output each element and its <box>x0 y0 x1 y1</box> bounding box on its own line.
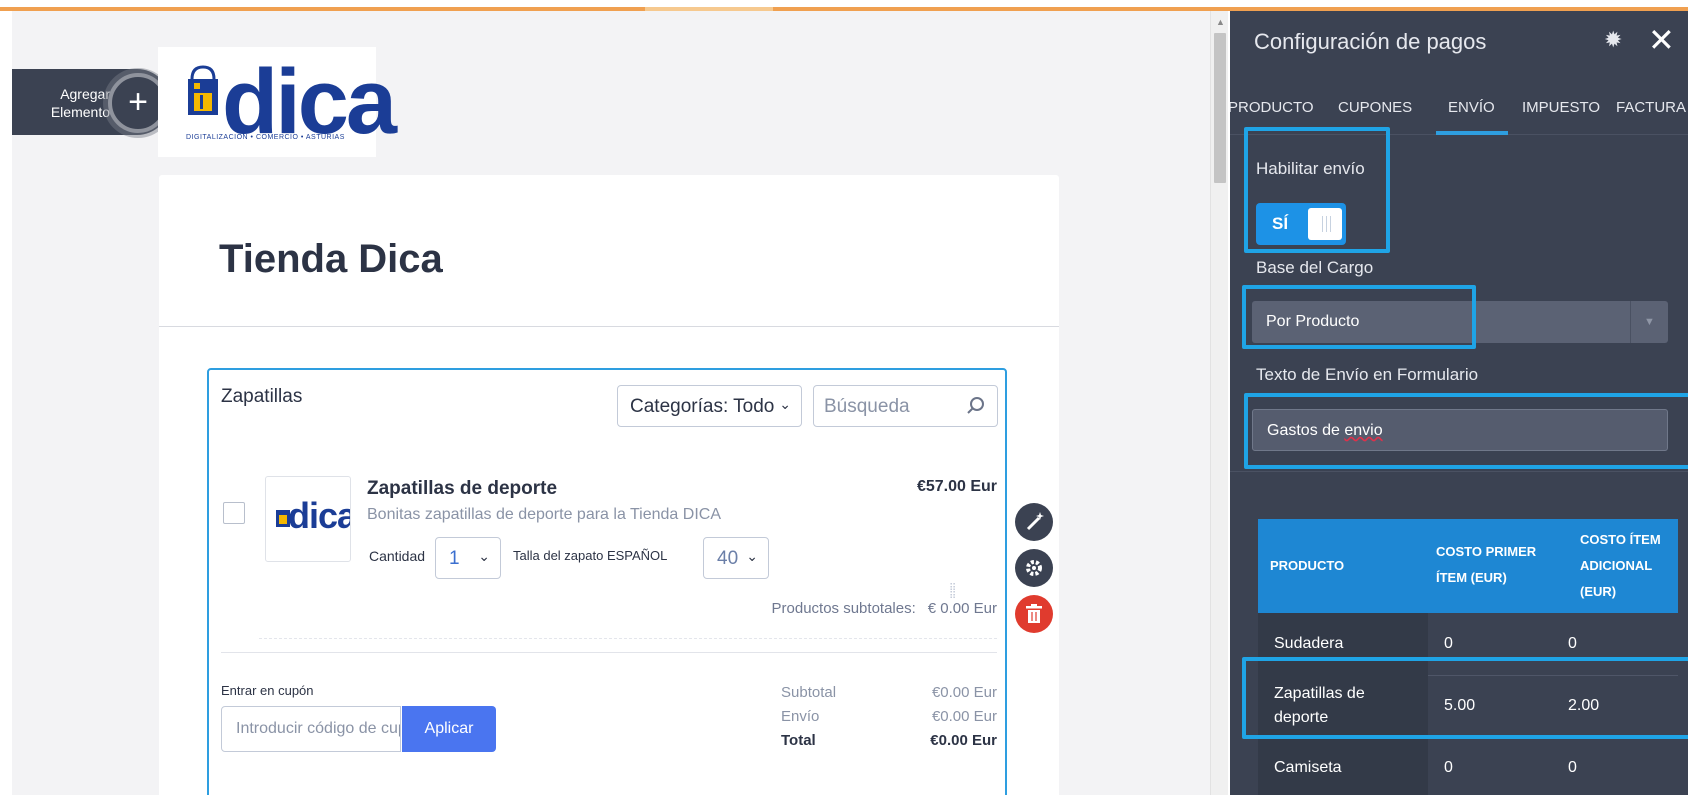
subtotal-value: €0.00 Eur <box>931 684 997 701</box>
product-list-field[interactable]: Zapatillas Categorías: Todo ⌄ Búsqueda d… <box>207 368 1007 795</box>
section-divider <box>221 652 997 653</box>
chevron-down-icon: ⌄ <box>478 548 490 564</box>
logo-tagline: DIGITALIZACIÓN • COMERCIO • ASTURIAS <box>186 134 345 141</box>
coupon-input[interactable]: Introducir código de cupón <box>221 706 401 752</box>
tab-impuesto[interactable]: IMPUESTO <box>1522 99 1600 116</box>
page-title[interactable]: Tienda Dica <box>219 237 443 282</box>
panel-title: Configuración de pagos <box>1254 29 1487 54</box>
subtotal-label: Subtotal <box>781 684 837 701</box>
apply-coupon-button[interactable]: Aplicar <box>402 706 496 752</box>
add-element-label-line2: Elemento <box>50 104 110 120</box>
form-logo: dica DIGITALIZACIÓN • COMERCIO • ASTURIA… <box>158 47 397 157</box>
products-subtotal: Productos subtotales: € 0.00 Eur <box>699 600 997 617</box>
payment-settings-panel: Configuración de pagos ✹ ✕ PRODUCTO CUPO… <box>1230 11 1688 795</box>
search-placeholder: Búsqueda <box>824 396 910 417</box>
active-tab-indicator <box>1436 131 1508 135</box>
scroll-up-icon[interactable]: ▲ <box>1216 17 1225 27</box>
product-price: €57.00 Eur <box>916 478 997 495</box>
row-first-cost[interactable]: 0 <box>1444 737 1453 795</box>
header-first-item-cost: COSTO PRIMER ÍTEM (EUR) <box>1436 544 1537 585</box>
total-value: €0.00 Eur <box>930 732 997 749</box>
quantity-label: Cantidad <box>369 548 426 564</box>
size-value: 40 <box>717 548 739 569</box>
product-image-text: dica <box>288 495 351 536</box>
add-element-button[interactable]: Agregar Elemento + <box>12 69 170 135</box>
shipping-text-label: Texto de Envío en Formulario <box>1256 365 1479 384</box>
shopping-bag-icon <box>188 65 218 115</box>
category-select[interactable]: Categorías: Todo ⌄ <box>617 385 802 427</box>
product-checkbox[interactable] <box>223 502 245 524</box>
chevron-down-icon: ⌄ <box>779 396 791 412</box>
size-label: Talla del zapato ESPAÑOL <box>513 548 668 563</box>
form-card: Tienda Dica Zapatillas Categorías: Todo … <box>159 175 1059 795</box>
canvas-scrollbar[interactable]: ▲ <box>1210 11 1228 795</box>
size-select[interactable]: 40 ⌄ <box>703 537 769 579</box>
add-element-label-line1: Agregar <box>60 86 110 102</box>
products-subtotal-value: € 0.00 Eur <box>927 600 997 617</box>
search-icon <box>967 397 984 414</box>
trash-icon[interactable] <box>1015 595 1053 633</box>
item-divider <box>259 638 997 639</box>
scroll-thumb[interactable] <box>1214 33 1226 183</box>
product-image: dica <box>265 476 351 562</box>
quantity-select[interactable]: 1 ⌄ <box>435 537 501 579</box>
coupon-label: Entrar en cupón <box>221 683 314 698</box>
product-description: Bonitas zapatillas de deporte para la Ti… <box>367 506 721 523</box>
form-canvas: Agregar Elemento + dica DIGITALIZACIÓN •… <box>12 11 1210 795</box>
products-subtotal-label: Productos subtotales: <box>771 600 916 617</box>
tab-factura[interactable]: FACTURA <box>1616 99 1686 116</box>
chevron-down-icon: ⌄ <box>746 548 758 564</box>
table-row: Camiseta 0 0 <box>1258 737 1678 795</box>
tab-producto[interactable]: PRODUCTO <box>1230 99 1314 116</box>
total-label: Total <box>781 732 816 749</box>
header-additional-item-cost: COSTO ÍTEM ADICIONAL (EUR) <box>1580 532 1661 599</box>
row-product: Camiseta <box>1258 737 1428 795</box>
header-product: PRODUCTO <box>1270 558 1345 573</box>
tab-envio[interactable]: ENVÍO <box>1448 99 1495 116</box>
table-header: PRODUCTO COSTO PRIMER ÍTEM (EUR) COSTO Í… <box>1258 519 1678 613</box>
shipping-label: Envío <box>781 708 820 725</box>
add-element-label: Agregar Elemento <box>22 85 110 121</box>
highlight-charge-base <box>1242 285 1476 349</box>
product-name: Zapatillas de deporte <box>367 478 558 499</box>
category-select-value: Categorías: Todo <box>630 396 775 417</box>
tab-cupones[interactable]: CUPONES <box>1338 99 1412 116</box>
product-list-heading: Zapatillas <box>221 386 303 407</box>
gear-icon[interactable]: ✹ <box>1604 27 1622 53</box>
highlight-shipping-text <box>1244 393 1688 469</box>
search-input[interactable]: Búsqueda <box>813 385 998 427</box>
magic-wand-icon[interactable] <box>1015 503 1053 541</box>
highlight-enable-shipping <box>1244 127 1390 253</box>
shipping-value: €0.00 Eur <box>931 708 997 725</box>
charge-base-label: Base del Cargo <box>1256 258 1374 277</box>
chevron-down-icon: ▼ <box>1630 301 1668 343</box>
gear-icon[interactable] <box>1015 549 1053 587</box>
settings-tabs: PRODUCTO CUPONES ENVÍO IMPUESTO FACTURA <box>1230 75 1688 135</box>
title-divider <box>159 326 1059 327</box>
highlight-shoes-row <box>1242 657 1688 739</box>
row-additional-cost[interactable]: 0 <box>1568 737 1577 795</box>
panel-divider <box>1230 471 1688 472</box>
close-icon[interactable]: ✕ <box>1648 21 1675 59</box>
quantity-value: 1 <box>449 548 460 569</box>
